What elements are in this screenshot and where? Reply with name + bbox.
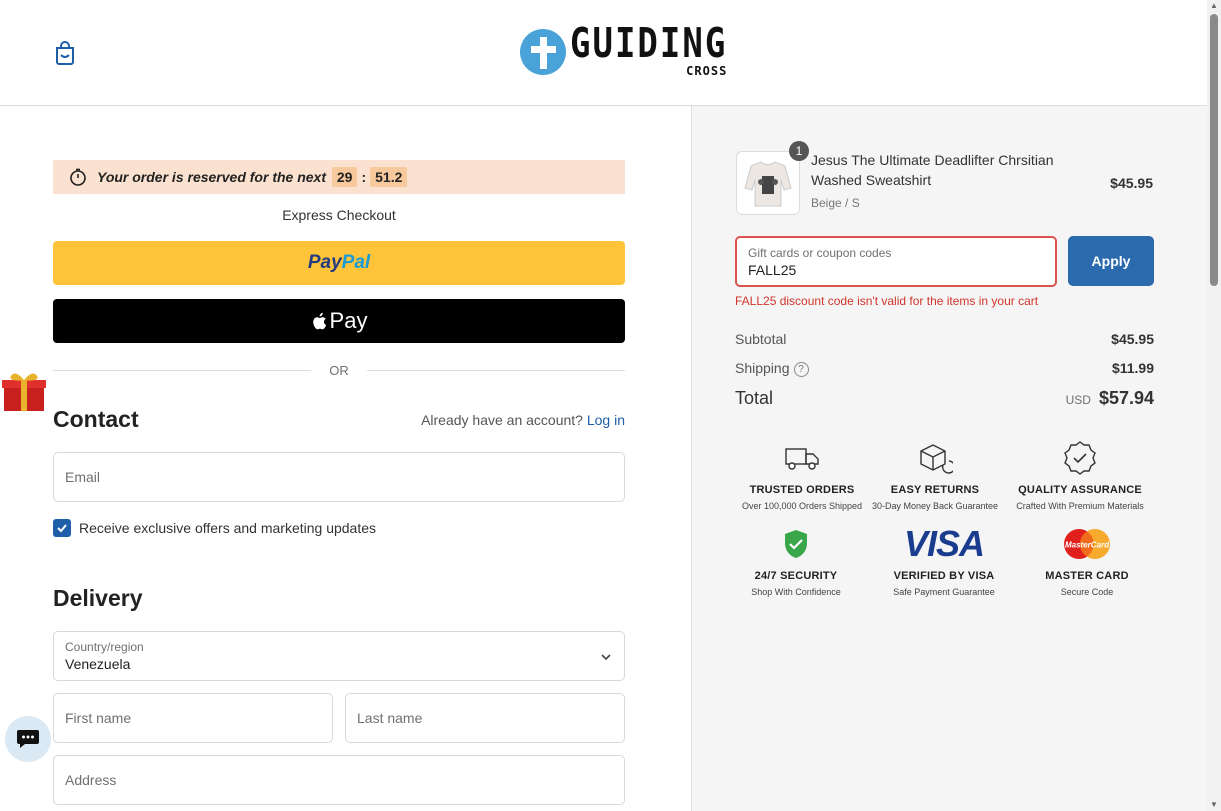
last-name-placeholder: Last name bbox=[357, 710, 423, 726]
apple-pay-label: Pay bbox=[329, 308, 368, 333]
badge-subtitle: Crafted With Premium Materials bbox=[1016, 501, 1144, 511]
or-divider: OR bbox=[53, 361, 625, 379]
last-name-field[interactable]: Last name bbox=[345, 693, 625, 743]
badge-title: MASTER CARD bbox=[1045, 570, 1129, 582]
help-icon[interactable]: ? bbox=[793, 361, 809, 377]
product-price: $45.95 bbox=[1110, 175, 1153, 191]
subtotal-row: Subtotal $45.95 bbox=[735, 331, 1154, 347]
scrollbar[interactable]: ▲ ▼ bbox=[1207, 0, 1221, 811]
address-field[interactable]: Address bbox=[53, 755, 625, 805]
badge-title: TRUSTED ORDERS bbox=[749, 484, 855, 496]
badge-security: 24/7 SECURITY Shop With Confidence bbox=[721, 526, 871, 597]
paypal-logo-pal: Pal bbox=[341, 252, 371, 273]
mastercard-logo-text: MasterCard bbox=[1065, 541, 1110, 550]
badge-mastercard: MasterCard MASTER CARD Secure Code bbox=[1012, 526, 1162, 597]
badge-subtitle: Shop With Confidence bbox=[751, 587, 841, 597]
coupon-error: FALL25 discount code isn't valid for the… bbox=[735, 294, 1039, 308]
product-variant: Beige / S bbox=[811, 196, 860, 210]
timer-seconds: 51.2 bbox=[370, 167, 408, 187]
badge-subtitle: Safe Payment Guarantee bbox=[893, 587, 995, 597]
email-field[interactable]: Email bbox=[53, 452, 625, 502]
badge-verified-visa: VISA VERIFIED BY VISA Safe Payment Guara… bbox=[869, 523, 1019, 597]
mastercard-logo: MasterCard bbox=[1064, 529, 1110, 559]
header: GUIDING CROSS bbox=[0, 0, 1207, 106]
badge-subtitle: Secure Code bbox=[1060, 587, 1114, 597]
shipping-row: Shipping? $11.99 bbox=[735, 360, 1154, 377]
logo[interactable]: GUIDING CROSS bbox=[520, 22, 727, 82]
apply-coupon-button[interactable]: Apply bbox=[1068, 236, 1154, 286]
badge-trusted-orders: TRUSTED ORDERS Over 100,000 Orders Shipp… bbox=[727, 440, 877, 511]
logo-text: GUIDING bbox=[570, 19, 728, 68]
country-select[interactable]: Country/region Venezuela bbox=[53, 631, 625, 681]
country-label: Country/region bbox=[65, 640, 144, 654]
coupon-input[interactable]: Gift cards or coupon codes FALL25 bbox=[735, 236, 1057, 287]
quality-check-icon bbox=[1064, 441, 1096, 475]
paypal-button[interactable]: Pay Pal bbox=[53, 241, 625, 285]
order-summary: 1 Jesus The Ultimate Deadlifter Chrsitia… bbox=[691, 106, 1207, 811]
badge-subtitle: Over 100,000 Orders Shipped bbox=[741, 501, 863, 511]
email-placeholder: Email bbox=[65, 469, 101, 485]
badge-quality-assurance: QUALITY ASSURANCE Crafted With Premium M… bbox=[1005, 440, 1155, 511]
badge-easy-returns: EASY RETURNS 30-Day Money Back Guarantee bbox=[860, 440, 1010, 511]
address-placeholder: Address bbox=[65, 772, 117, 788]
account-prompt-text: Already have an account? bbox=[421, 412, 583, 428]
badge-title: 24/7 SECURITY bbox=[754, 570, 838, 582]
scroll-down-arrow-icon[interactable]: ▼ bbox=[1210, 801, 1218, 809]
login-link[interactable]: Log in bbox=[587, 412, 625, 428]
coupon-label: Gift cards or coupon codes bbox=[748, 246, 892, 260]
contact-heading: Contact bbox=[53, 406, 139, 432]
apple-pay-button[interactable]: Pay bbox=[53, 299, 625, 343]
truck-icon bbox=[785, 448, 819, 470]
shipping-value: $11.99 bbox=[1111, 360, 1154, 377]
badge-title: QUALITY ASSURANCE bbox=[1018, 484, 1142, 496]
badge-title: EASY RETURNS bbox=[890, 484, 980, 496]
badge-title: VERIFIED BY VISA bbox=[893, 570, 995, 582]
reservation-timer: Your order is reserved for the next 29 :… bbox=[53, 160, 625, 194]
marketing-opt-in[interactable]: Receive exclusive offers and marketing u… bbox=[53, 519, 376, 537]
express-checkout-label: Express Checkout bbox=[282, 207, 396, 223]
account-prompt: Already have an account? Log in bbox=[421, 412, 625, 428]
delivery-heading: Delivery bbox=[53, 585, 143, 611]
marketing-checkbox[interactable] bbox=[53, 519, 71, 537]
stopwatch-icon bbox=[70, 168, 86, 186]
cross-logo-icon bbox=[520, 29, 566, 75]
shopping-bag-icon[interactable] bbox=[52, 40, 78, 66]
chevron-down-icon bbox=[601, 654, 611, 661]
total-currency: USD bbox=[1065, 393, 1091, 407]
quantity-badge: 1 bbox=[789, 141, 809, 161]
chat-bubble-icon bbox=[17, 730, 39, 748]
badge-subtitle: 30-Day Money Back Guarantee bbox=[871, 501, 999, 511]
checkout-form: Your order is reserved for the next 29 :… bbox=[0, 106, 691, 811]
product-thumbnail bbox=[736, 151, 800, 215]
total-row: Total USD $57.94 bbox=[735, 388, 1154, 409]
box-return-icon bbox=[920, 444, 953, 474]
visa-logo: VISA bbox=[903, 523, 985, 564]
shipping-label: Shipping bbox=[735, 360, 790, 376]
gift-icon[interactable] bbox=[0, 371, 48, 413]
product-name: Jesus The Ultimate Deadlifter Chrsitian … bbox=[811, 152, 1054, 188]
scroll-up-arrow-icon[interactable]: ▲ bbox=[1210, 2, 1218, 10]
marketing-label: Receive exclusive offers and marketing u… bbox=[79, 520, 377, 536]
chat-button[interactable] bbox=[5, 716, 51, 762]
total-value: $57.94 bbox=[1098, 388, 1154, 408]
coupon-value: FALL25 bbox=[748, 262, 797, 278]
subtotal-label: Subtotal bbox=[735, 331, 787, 347]
or-label: OR bbox=[329, 362, 349, 378]
shield-check-icon bbox=[785, 530, 807, 558]
first-name-field[interactable]: First name bbox=[53, 693, 333, 743]
sweatshirt-image bbox=[744, 161, 792, 207]
timer-text: Your order is reserved for the next bbox=[97, 169, 326, 185]
apple-icon bbox=[312, 312, 326, 329]
subtotal-value: $45.95 bbox=[1111, 331, 1154, 347]
paypal-logo-pay: Pay bbox=[307, 252, 342, 273]
first-name-placeholder: First name bbox=[65, 710, 132, 726]
scrollbar-thumb[interactable] bbox=[1210, 14, 1218, 286]
total-label: Total bbox=[735, 388, 774, 408]
country-value: Venezuela bbox=[65, 656, 131, 672]
checkmark-icon bbox=[57, 524, 67, 533]
timer-minutes: 29 bbox=[331, 167, 358, 187]
